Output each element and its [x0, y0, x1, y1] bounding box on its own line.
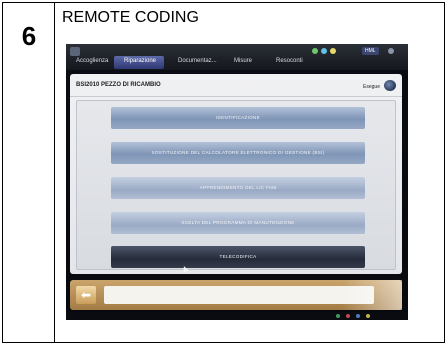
menu-item-apprendimento[interactable]: APPRENDIMENTO DEL LIC FAM	[111, 177, 365, 199]
tray-icon	[346, 314, 350, 318]
app-toolbar: Accoglienza Riparazione Documentaz... Mi…	[66, 44, 408, 70]
main-panel: BSI2010 PEZZO DI RICAMBIO Esegue IDENTIF…	[70, 74, 402, 274]
tab-resoconti[interactable]: Resoconti	[276, 58, 303, 64]
tray-icon	[336, 314, 340, 318]
menu-area: IDENTIFICAZIONE SOSTITUZIONE DEL CALCOLA…	[76, 100, 396, 270]
status-led-icon	[330, 48, 336, 54]
arrow-left-icon: ⬅	[80, 288, 92, 302]
exit-label: Esegue	[363, 84, 380, 90]
help-icon[interactable]	[388, 48, 394, 54]
tab-riparazione[interactable]: Riparazione	[124, 58, 156, 64]
tab-misure[interactable]: Misure	[234, 58, 252, 64]
home-icon[interactable]	[70, 47, 80, 56]
back-button[interactable]: ⬅	[76, 286, 96, 304]
status-led-icon	[312, 48, 318, 54]
tray-icon	[356, 314, 360, 318]
tab-documentazione[interactable]: Documentaz...	[178, 58, 217, 64]
vehicle-badge: HML	[362, 47, 379, 55]
menu-item-identificazione[interactable]: IDENTIFICAZIONE	[111, 107, 365, 129]
step-title: REMOTE CODING	[62, 9, 199, 26]
status-led-icon	[321, 48, 327, 54]
message-field	[104, 286, 374, 304]
tray-icon	[366, 314, 370, 318]
diagnostic-screen-photo: Accoglienza Riparazione Documentaz... Mi…	[66, 44, 408, 320]
step-number-cell: 6	[3, 3, 55, 342]
step-number: 6	[21, 21, 37, 51]
footer-bar: ⬅	[70, 280, 402, 310]
taskbar-strip	[66, 312, 408, 320]
panel-header: BSI2010 PEZZO DI RICAMBIO Esegue	[70, 74, 402, 97]
exit-icon[interactable]	[384, 80, 396, 91]
panel-title: BSI2010 PEZZO DI RICAMBIO	[76, 82, 161, 88]
menu-item-sostituzione-bsi[interactable]: SOSTITUZIONE DEL CALCOLATORE ELETTRONICO…	[111, 142, 365, 164]
menu-item-manutenzione[interactable]: SCELTA DEL PROGRAMMA DI MANUTENZIONE	[111, 212, 365, 234]
menu-item-telecodifica[interactable]: TELECODIFICA	[111, 246, 365, 268]
screen-glare	[342, 280, 402, 310]
tab-accoglienza[interactable]: Accoglienza	[76, 58, 108, 64]
